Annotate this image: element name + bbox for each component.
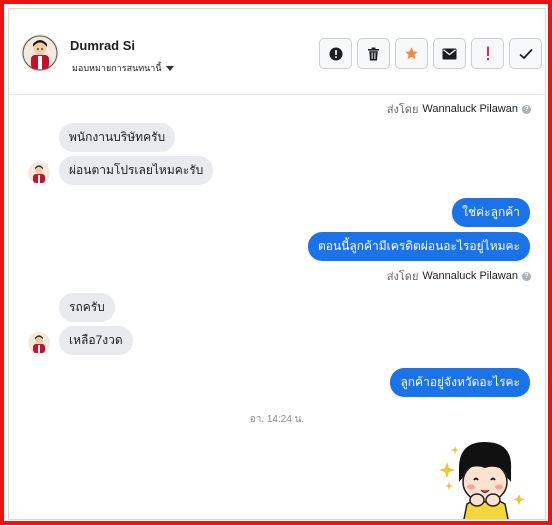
outgoing-message[interactable]: ใช่ค่ะลูกค้า [452, 198, 530, 227]
sent-by-prefix: ส่งโดย [386, 271, 419, 283]
contact-avatar-small [28, 332, 50, 354]
message-timestamp: อา. 14:24 น. [249, 414, 305, 425]
contact-name[interactable]: Dumrad Si [70, 38, 135, 53]
assign-conversation-label: มอบหมายการสนทนานี้ [72, 63, 162, 73]
conversation-header: Dumrad Si มอบหมายการสนทนานี้ [9, 9, 545, 95]
conversation-panel: Dumrad Si มอบหมายการสนทนานี้ ส่งโดย Wann… [8, 8, 546, 520]
spam-button[interactable] [471, 38, 504, 69]
conversation-toolbar [319, 38, 542, 69]
info-icon[interactable]: ? [522, 271, 531, 281]
alert-circle-button[interactable] [319, 38, 352, 69]
sent-by-label: ส่งโดย Wannaluck Pilawan ? [387, 100, 531, 118]
exclamation-icon [486, 46, 489, 61]
info-icon[interactable]: ? [522, 104, 531, 114]
trash-icon [368, 47, 379, 60]
message-thread: ส่งโดย Wannaluck Pilawan ? พนักงานบริษัท… [9, 96, 545, 519]
sent-by-name: Wannaluck Pilawan [422, 103, 518, 115]
done-button[interactable] [509, 38, 542, 69]
star-button[interactable] [395, 38, 428, 69]
sticker-image[interactable] [435, 434, 531, 519]
outgoing-message[interactable]: ตอนนี้ลูกค้ามีเครดิตผ่อนอะไรอยู่ไหมคะ [307, 232, 530, 261]
assign-conversation-dropdown[interactable]: มอบหมายการสนทนานี้ [72, 61, 174, 75]
incoming-message[interactable]: พนักงานบริษัทครับ [59, 123, 176, 152]
star-icon [405, 47, 418, 60]
contact-avatar[interactable] [21, 34, 59, 72]
incoming-message[interactable]: ผ่อนตามโปรเลยไหมคะรับ [59, 156, 214, 185]
mark-unread-button[interactable] [433, 38, 466, 69]
outgoing-message[interactable]: ลูกค้าอยู่จังหวัดอะไรคะ [390, 368, 530, 397]
incoming-message[interactable]: รถครับ [59, 293, 115, 322]
alert-circle-icon [329, 47, 342, 60]
incoming-message[interactable]: เหลือ7งวด [59, 326, 133, 355]
sent-by-prefix: ส่งโดย [386, 104, 419, 116]
sent-by-label: ส่งโดย Wannaluck Pilawan ? [387, 267, 531, 285]
check-icon [518, 48, 533, 59]
window-frame: Dumrad Si มอบหมายการสนทนานี้ ส่งโดย Wann… [0, 0, 552, 525]
contact-avatar-small [28, 162, 50, 184]
chevron-down-icon [165, 65, 174, 71]
delete-button[interactable] [357, 38, 390, 69]
envelope-icon [442, 48, 457, 59]
sent-by-name: Wannaluck Pilawan [422, 270, 518, 282]
